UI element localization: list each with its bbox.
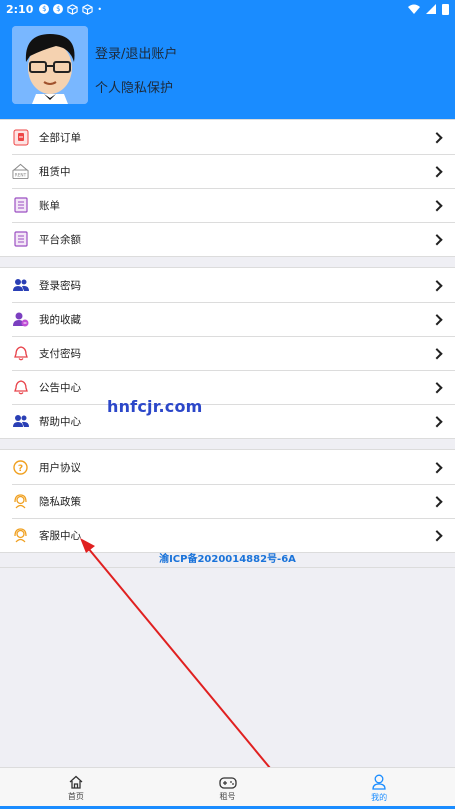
bell-icon (12, 379, 29, 396)
menu-group-orders: 全部订单 RENT 租赁中 账单 平台余额 (0, 119, 455, 257)
menu-item-label: 隐私政策 (39, 495, 81, 508)
menu-item-favorites[interactable]: 我的收藏 (0, 302, 455, 336)
wifi-icon (408, 4, 420, 14)
box-icon (82, 3, 94, 15)
headset-icon (12, 493, 29, 510)
status-bar: 2:10 $ $ • (0, 0, 455, 18)
watermark-text: hnfcjr.com (107, 397, 203, 416)
menu-item-help-center[interactable]: 帮助中心 (0, 404, 455, 438)
menu-group-account: 登录密码 我的收藏 支付密码 公告中心 帮助中心 (0, 267, 455, 439)
menu-item-label: 登录密码 (39, 279, 81, 292)
menu-item-label: 我的收藏 (39, 313, 81, 326)
gamepad-icon (218, 777, 237, 789)
menu-item-privacy-policy[interactable]: 隐私政策 (0, 484, 455, 518)
chevron-right-icon (431, 132, 443, 144)
chevron-right-icon (431, 416, 443, 428)
user-favorite-icon (12, 311, 29, 328)
menu-item-login-password[interactable]: 登录密码 (0, 268, 455, 302)
menu-item-label: 租赁中 (39, 165, 71, 178)
menu-item-renting[interactable]: RENT 租赁中 (0, 154, 455, 188)
menu-item-label: 帮助中心 (39, 415, 81, 428)
divider (0, 567, 455, 568)
profile-header: 登录/退出账户 个人隐私保护 (0, 18, 455, 119)
tab-label: 我的 (371, 793, 388, 802)
chevron-right-icon (431, 280, 443, 292)
menu-item-label: 用户协议 (39, 461, 81, 474)
users-icon (12, 277, 29, 294)
box-icon (67, 3, 79, 15)
menu-item-label: 客服中心 (39, 529, 81, 542)
tab-home[interactable]: 首页 (0, 768, 152, 809)
avatar-cartoon-icon (12, 26, 88, 104)
tab-rent-account[interactable]: 租号 (152, 768, 304, 809)
menu-item-customer-service[interactable]: 客服中心 (0, 518, 455, 552)
menu-item-announcements[interactable]: 公告中心 (0, 370, 455, 404)
notification-icon: $ (53, 4, 64, 14)
menu-item-label: 全部订单 (39, 131, 81, 144)
menu-item-user-agreement[interactable]: ? 用户协议 (0, 450, 455, 484)
svg-text:RENT: RENT (15, 172, 27, 178)
users-icon (12, 413, 29, 430)
chevron-right-icon (431, 496, 443, 508)
tab-label: 首页 (67, 792, 84, 801)
login-logout-link[interactable]: 登录/退出账户 (95, 43, 177, 62)
status-time: 2:10 (6, 2, 34, 16)
chevron-right-icon (431, 166, 443, 178)
bill-icon (12, 197, 29, 214)
notification-icon: $ (39, 4, 50, 14)
chevron-right-icon (431, 462, 443, 474)
chevron-right-icon (431, 382, 443, 394)
menu-item-bill[interactable]: 账单 (0, 188, 455, 222)
menu-item-label: 平台余额 (39, 233, 81, 246)
avatar[interactable] (12, 26, 88, 104)
rent-icon: RENT (12, 163, 29, 180)
notification-icons: $ $ • (39, 3, 103, 15)
menu-item-label: 公告中心 (39, 381, 81, 394)
svg-text:?: ? (18, 464, 23, 474)
menu-group-policies: ? 用户协议 隐私政策 客服中心 (0, 449, 455, 553)
tab-label: 租号 (219, 792, 236, 801)
chevron-right-icon (431, 530, 443, 542)
chevron-right-icon (431, 348, 443, 360)
battery-icon (442, 3, 449, 15)
order-icon (12, 129, 29, 146)
person-icon (372, 774, 386, 790)
headset-icon (12, 527, 29, 544)
menu-item-label: 账单 (39, 199, 60, 212)
privacy-protection-link[interactable]: 个人隐私保护 (95, 77, 173, 96)
chevron-right-icon (431, 200, 443, 212)
bottom-tab-bar: 首页 租号 我的 (0, 767, 455, 809)
question-icon: ? (12, 459, 29, 476)
bell-icon (12, 345, 29, 362)
menu-item-label: 支付密码 (39, 347, 81, 360)
tab-mine[interactable]: 我的 (303, 768, 455, 809)
chevron-right-icon (431, 314, 443, 326)
balance-icon (12, 231, 29, 248)
menu-item-all-orders[interactable]: 全部订单 (0, 120, 455, 154)
home-icon (69, 775, 83, 789)
menu-item-payment-password[interactable]: 支付密码 (0, 336, 455, 370)
signal-icon (426, 4, 436, 14)
menu-item-balance[interactable]: 平台余额 (0, 222, 455, 256)
dot-icon: • (97, 4, 103, 14)
icp-license-text[interactable]: 渝ICP备2020014882号-6A (0, 550, 455, 565)
chevron-right-icon (431, 234, 443, 246)
